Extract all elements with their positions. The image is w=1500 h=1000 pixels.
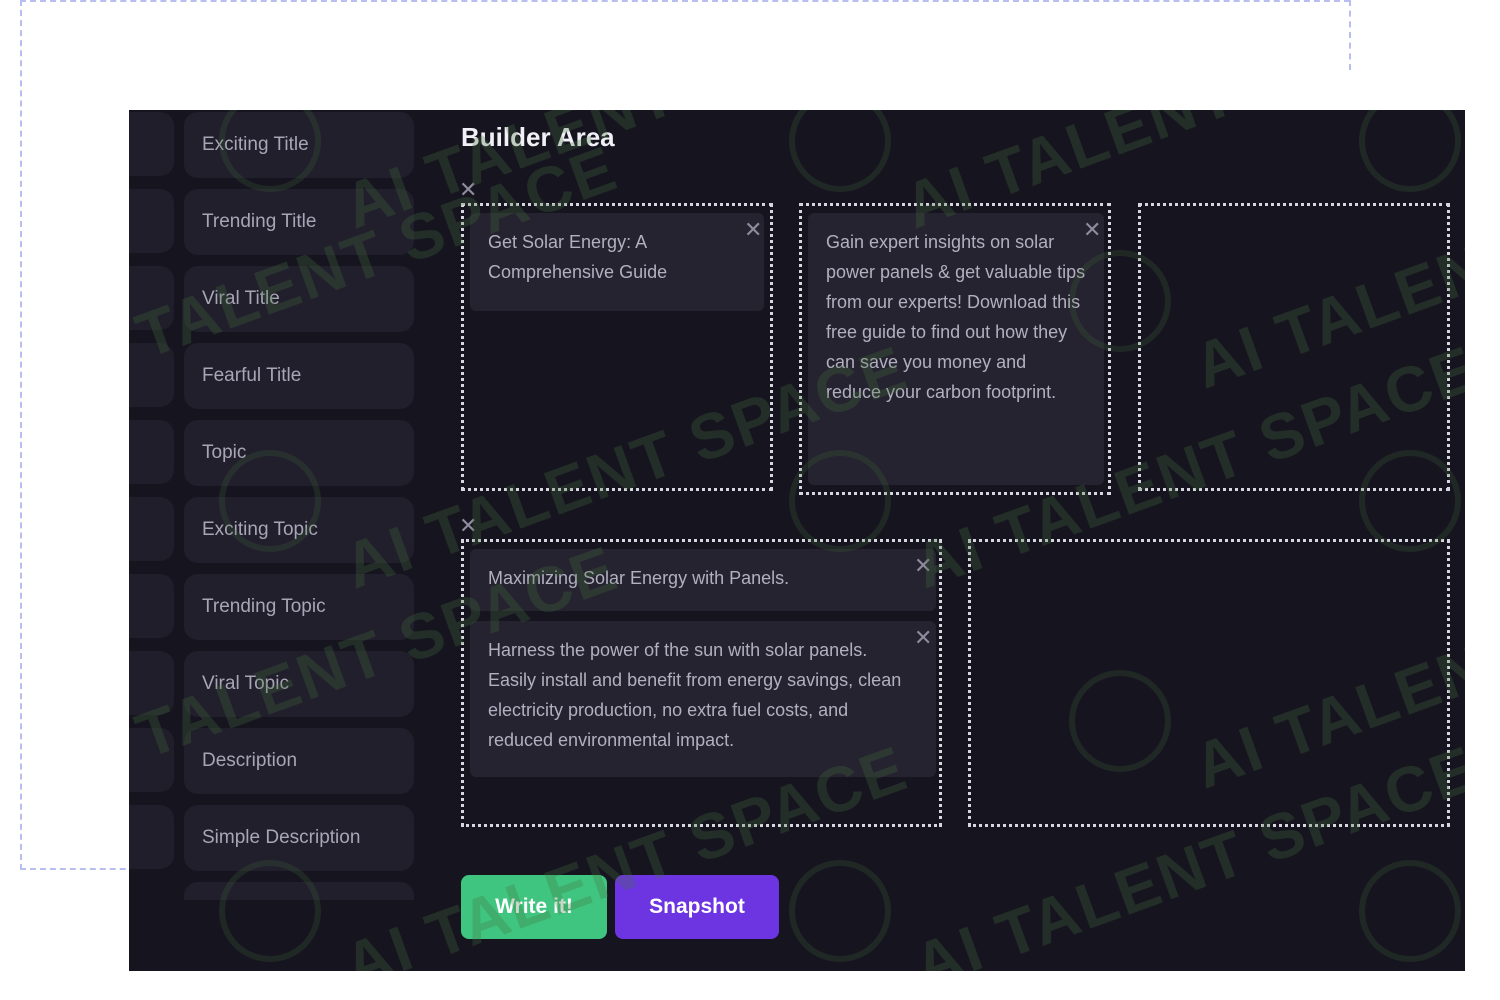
dropzone-row2-col2[interactable] xyxy=(968,539,1450,827)
remove-row-1-icon[interactable]: ✕ xyxy=(459,180,477,202)
snapshot-button[interactable]: Snapshot xyxy=(615,875,779,939)
remove-card-icon[interactable]: ✕ xyxy=(1083,220,1101,242)
strip-segment xyxy=(129,574,174,638)
remove-card-icon[interactable]: ✕ xyxy=(914,628,932,650)
watermark-logo-icon xyxy=(789,110,891,192)
write-it-button[interactable]: Write it! xyxy=(461,875,607,939)
sidebar-item-simple-description[interactable]: Simple Description xyxy=(184,805,414,871)
sidebar-item-viral-title[interactable]: Viral Title xyxy=(184,266,414,332)
sidebar-item-topic[interactable]: Topic xyxy=(184,420,414,486)
content-card[interactable]: Get Solar Energy: A Comprehensive Guide xyxy=(470,213,764,311)
content-card[interactable]: Harness the power of the sun with solar … xyxy=(470,621,936,777)
sidebar-item-viral-topic[interactable]: Viral Topic xyxy=(184,651,414,717)
remove-card-icon[interactable]: ✕ xyxy=(744,220,762,242)
remove-row-2-icon[interactable]: ✕ xyxy=(459,516,477,538)
card-text: Harness the power of the sun with solar … xyxy=(488,640,902,750)
dropzone-row2-col1[interactable]: Maximizing Solar Energy with Panels. ✕ H… xyxy=(461,539,942,827)
content-card[interactable]: Maximizing Solar Energy with Panels. xyxy=(470,549,936,611)
sidebar-item-exciting-topic[interactable]: Exciting Topic xyxy=(184,497,414,563)
strip-segment xyxy=(129,805,174,869)
strip-segment xyxy=(129,497,174,561)
app-window: Exciting Title Trending Title Viral Titl… xyxy=(129,110,1465,971)
sidebar-item-trending-topic[interactable]: Trending Topic xyxy=(184,574,414,640)
dropzone-row1-col3[interactable] xyxy=(1138,203,1450,491)
strip-segment xyxy=(129,189,174,253)
outer-dashed-frame-right xyxy=(1349,0,1351,70)
card-text: Get Solar Energy: A Comprehensive Guide xyxy=(488,232,668,282)
watermark-logo-icon xyxy=(1359,110,1461,192)
card-text: Gain expert insights on solar power pane… xyxy=(826,232,1086,402)
sidebar-item-trending-title[interactable]: Trending Title xyxy=(184,189,414,255)
builder-area-title: Builder Area xyxy=(461,122,615,152)
content-card[interactable]: Gain expert insights on solar power pane… xyxy=(808,213,1104,485)
strip-segment xyxy=(129,343,174,407)
sidebar-item-exciting-title[interactable]: Exciting Title xyxy=(184,112,414,178)
dropzone-row1-col1[interactable]: Get Solar Energy: A Comprehensive Guide … xyxy=(461,203,773,491)
strip-segment xyxy=(129,651,174,715)
dropzone-row1-col2[interactable]: Gain expert insights on solar power pane… xyxy=(799,203,1111,495)
remove-card-icon[interactable]: ✕ xyxy=(914,556,932,578)
sidebar-item-partial[interactable] xyxy=(184,882,414,900)
sidebar-item-fearful-title[interactable]: Fearful Title xyxy=(184,343,414,409)
strip-segment xyxy=(129,112,174,176)
strip-segment xyxy=(129,728,174,792)
watermark-logo-icon xyxy=(789,860,891,962)
watermark-logo-icon xyxy=(1359,860,1461,962)
strip-segment xyxy=(129,266,174,330)
sidebar-list: Exciting Title Trending Title Viral Titl… xyxy=(184,110,414,900)
strip-segment xyxy=(129,420,174,484)
left-panel-strip xyxy=(129,110,174,971)
card-text: Maximizing Solar Energy with Panels. xyxy=(488,568,790,588)
sidebar-item-description[interactable]: Description xyxy=(184,728,414,794)
